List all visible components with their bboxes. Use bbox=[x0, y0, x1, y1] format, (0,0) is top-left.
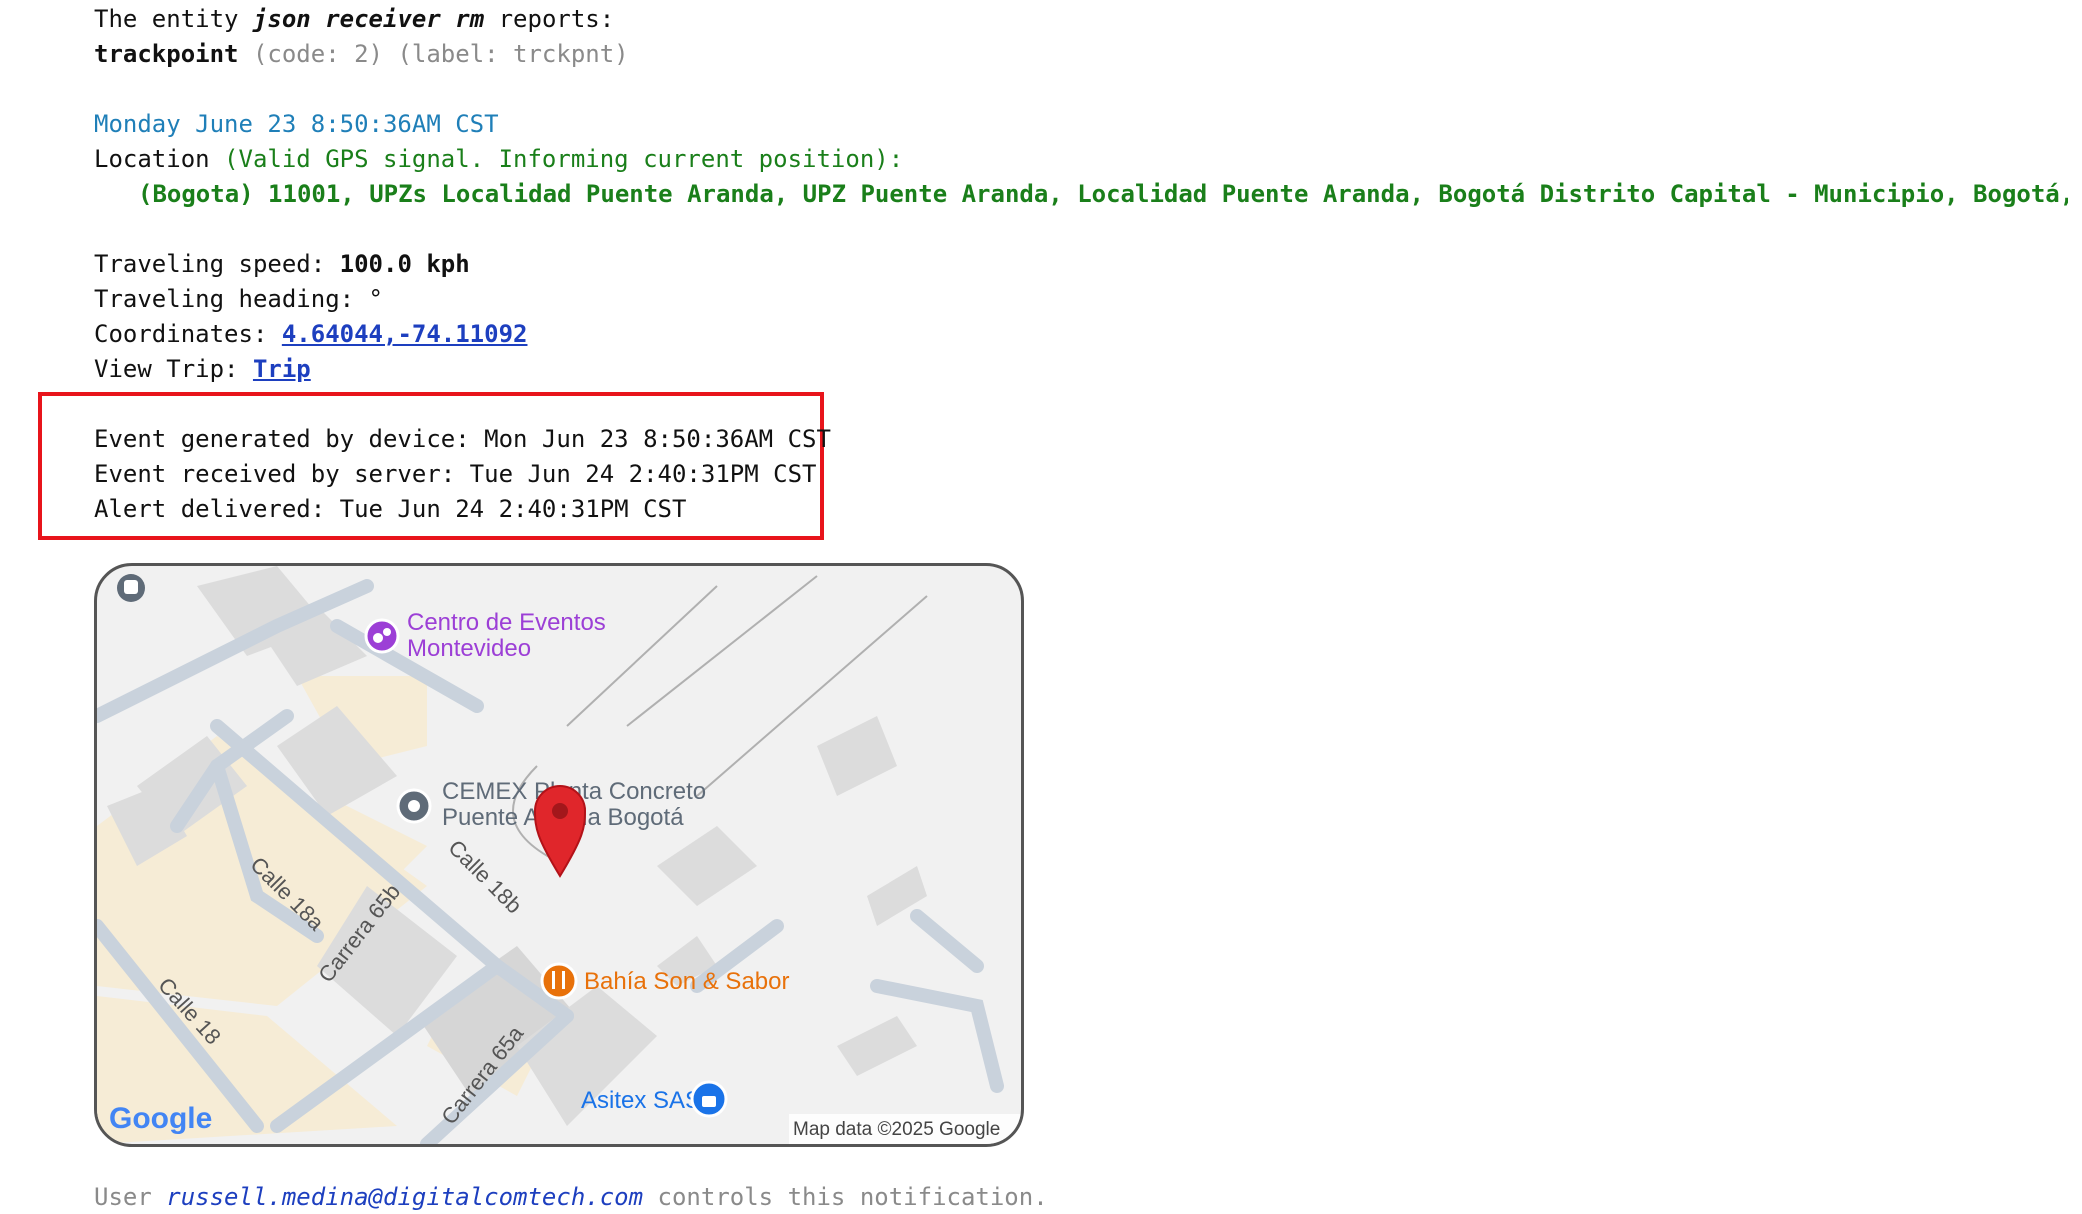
location-status: (Valid GPS signal. Informing current pos… bbox=[224, 145, 904, 173]
map-canvas: Centro de Eventos Montevideo CEMEX Plant… bbox=[97, 566, 1021, 1144]
street-label-calle-18b: Calle 18b bbox=[443, 835, 526, 918]
trip-link[interactable]: Trip bbox=[253, 355, 311, 383]
event-type: trackpoint bbox=[94, 40, 239, 68]
delivered-timestamp: Alert delivered: Tue Jun 24 2:40:31PM CS… bbox=[94, 495, 687, 523]
footer-line: User russell.medina@digitalcomtech.com c… bbox=[94, 1183, 1048, 1211]
place-label-events-1: Centro de Eventos bbox=[407, 609, 606, 636]
place-label-restaurant: Bahía Son & Sabor bbox=[584, 968, 789, 995]
place-label-asitex: Asitex SAS bbox=[581, 1087, 701, 1114]
restaurant-icon bbox=[540, 962, 578, 1000]
trip-line: View Trip: Trip bbox=[94, 355, 311, 383]
entity-name: json receiver rm bbox=[252, 5, 485, 33]
map-attribution: Map data ©2025 Google bbox=[793, 1119, 1000, 1140]
shopping-icon bbox=[690, 1080, 728, 1118]
bus-icon bbox=[117, 574, 145, 602]
place-marker-icon bbox=[396, 788, 432, 824]
generated-timestamp: Event generated by device: Mon Jun 23 8:… bbox=[94, 425, 831, 453]
red-location-pin-icon[interactable] bbox=[533, 785, 587, 878]
place-label-events-2: Montevideo bbox=[407, 635, 531, 662]
event-meta: (code: 2) (label: trckpnt) bbox=[238, 40, 629, 68]
speed-value: 100.0 kph bbox=[339, 250, 470, 278]
address: (Bogota) 11001, UPZs Localidad Puente Ar… bbox=[138, 180, 2068, 208]
map[interactable]: Centro de Eventos Montevideo CEMEX Plant… bbox=[94, 563, 1024, 1147]
entity-line: The entity json receiver rm reports: bbox=[94, 5, 615, 33]
event-date: Monday June 23 8:50:36AM CST bbox=[94, 110, 499, 138]
coordinates-link[interactable]: 4.64044,-74.11092 bbox=[282, 320, 528, 348]
location-line: Location (Valid GPS signal. Informing cu… bbox=[94, 145, 904, 173]
events-venue-icon bbox=[364, 618, 400, 654]
received-timestamp: Event received by server: Tue Jun 24 2:4… bbox=[94, 460, 817, 488]
coordinates-line: Coordinates: 4.64044,-74.11092 bbox=[94, 320, 528, 348]
heading-line: Traveling heading: ° bbox=[94, 285, 383, 313]
speed-line: Traveling speed: 100.0 kph bbox=[94, 250, 470, 278]
event-type-line: trackpoint (code: 2) (label: trckpnt) bbox=[94, 37, 629, 71]
google-logo: Google bbox=[109, 1102, 212, 1135]
user-email-link[interactable]: russell.medina@digitalcomtech.com bbox=[166, 1183, 643, 1211]
